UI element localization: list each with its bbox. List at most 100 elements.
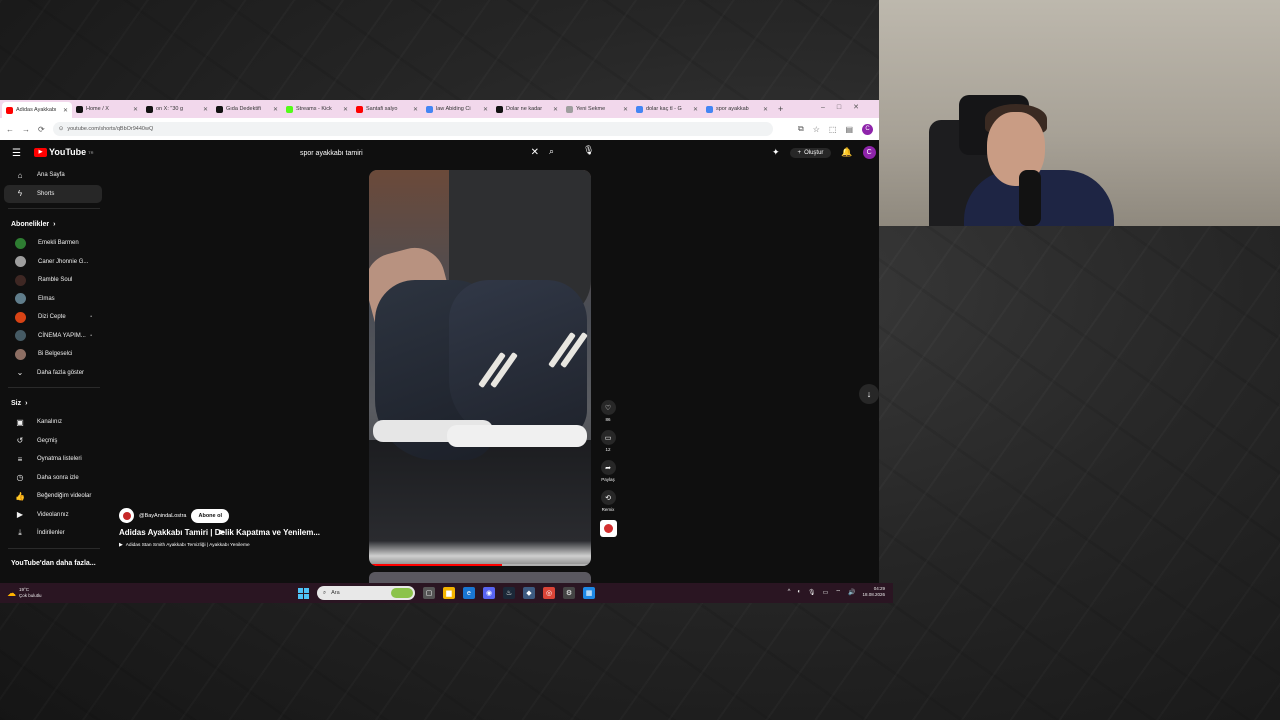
subscriptions-header[interactable]: Abonelikler ›: [0, 214, 108, 234]
like-icon[interactable]: ♡: [600, 400, 616, 415]
channel-avatar[interactable]: [119, 508, 134, 523]
browser-tab[interactable]: Yeni Sekme ✕: [562, 101, 632, 117]
you-section-header[interactable]: Siz ›: [0, 393, 108, 413]
weather-widget[interactable]: ☁ 19°C Çok bulutlu: [0, 587, 42, 599]
install-icon[interactable]: ⧉: [798, 124, 804, 134]
channel-handle[interactable]: @BayAnindaLostra: [139, 513, 186, 519]
tab-close-icon[interactable]: ✕: [553, 106, 558, 113]
sidebar-subscription-item[interactable]: Bi Belgeselci: [4, 345, 102, 364]
tab-close-icon[interactable]: ✕: [763, 106, 768, 113]
remix-icon[interactable]: ⟲: [600, 490, 616, 505]
sidebar-item-shorts[interactable]: ϟ Shorts: [4, 184, 102, 203]
back-icon[interactable]: ←: [6, 125, 14, 134]
sidebar-subscription-item[interactable]: Emekli Barmen: [4, 234, 102, 253]
forward-icon[interactable]: →: [22, 125, 30, 134]
next-short-preview[interactable]: [369, 572, 591, 583]
wifi-icon[interactable]: ⌔: [835, 588, 841, 596]
next-video-arrow-icon[interactable]: ↓: [859, 384, 879, 404]
sidebar-subscription-item[interactable]: CİNEMA YAPIM... •: [4, 327, 102, 346]
tab-close-icon[interactable]: ✕: [413, 106, 418, 113]
sidebar-subscription-item[interactable]: Elmas: [4, 290, 102, 309]
create-button[interactable]: + Oluştur: [789, 147, 832, 158]
browser-profile-avatar[interactable]: C: [862, 123, 873, 135]
tray-mic-icon[interactable]: 🎙: [808, 589, 816, 596]
sidebar-item-downloads[interactable]: ⤓ İndirilenler: [4, 524, 102, 543]
settings-gear-icon[interactable]: ⚙: [563, 587, 575, 599]
browser-tab[interactable]: Santafi salyo ✕: [352, 101, 422, 117]
sidebar-item-your-videos[interactable]: ▶ Videolarınız: [4, 506, 102, 525]
sidebar-item-history[interactable]: ↺ Geçmiş: [4, 432, 102, 451]
channel-avatar-icon: [15, 274, 26, 286]
tab-close-icon[interactable]: ✕: [273, 106, 278, 113]
browser-tab[interactable]: law Abiding Ci ✕: [422, 101, 492, 117]
tab-close-icon[interactable]: ✕: [343, 106, 348, 113]
new-tab-button[interactable]: +: [772, 104, 789, 114]
browser-tab[interactable]: spor ayakkab ✕: [702, 101, 772, 117]
sidebar-item-label: Shorts: [37, 190, 55, 197]
comment-icon[interactable]: ▭: [600, 430, 616, 445]
comment-count: 12: [605, 447, 611, 452]
sidebar-item-playlists[interactable]: ≡ Oynatma listeleri: [4, 450, 102, 469]
bookmark-star-icon[interactable]: ☆: [813, 125, 820, 134]
sidebar-item-watch-later[interactable]: ◷ Daha sonra izle: [4, 469, 102, 488]
calculator-icon[interactable]: ▦: [583, 587, 595, 599]
user-avatar[interactable]: C: [862, 146, 876, 159]
video-progress-bar[interactable]: [369, 564, 591, 566]
browser-tab[interactable]: Gıda Dedektifi ✕: [212, 101, 282, 117]
browser-tab[interactable]: Dolar ne kadar ✕: [492, 101, 562, 117]
ai-sparkle-icon[interactable]: ✦: [772, 147, 780, 158]
search-input[interactable]: spor ayakkabı tamiri ✕: [292, 144, 545, 162]
tab-close-icon[interactable]: ✕: [693, 106, 698, 113]
sidebar-subscription-item[interactable]: Caner Jhonnie G...: [4, 253, 102, 272]
volume-icon[interactable]: 🔊: [848, 589, 855, 596]
app-icon[interactable]: ◆: [523, 587, 535, 599]
tab-close-icon[interactable]: ✕: [203, 106, 208, 113]
youtube-logo[interactable]: ▶ YouTube TR: [34, 147, 94, 157]
sidebar-icon[interactable]: ▤: [845, 125, 853, 134]
tab-close-icon[interactable]: ✕: [483, 106, 488, 113]
tray-app-icon[interactable]: ◐: [797, 589, 801, 595]
sidebar-subscription-item[interactable]: Ramble Soul: [4, 271, 102, 290]
hamburger-menu-icon[interactable]: ☰: [12, 148, 21, 159]
sidebar-item-home[interactable]: ⌂ Ana Sayfa: [4, 166, 102, 185]
sidebar-item-channel[interactable]: ▣ Kanalınız: [4, 413, 102, 432]
steam-icon[interactable]: ♨: [503, 587, 515, 599]
related-playlist-link[interactable]: ▶ Adidas Stan Smith Ayakkabı Temizliği |…: [119, 543, 359, 548]
window-controls[interactable]: –□✕: [821, 103, 871, 111]
windows-taskbar: ☁ 19°C Çok bulutlu ⌕ Ara ▢ ▆ e ◉ ♨ ◆ ◎ ⚙…: [0, 583, 893, 603]
chrome-icon[interactable]: ◎: [543, 587, 555, 599]
browser-tab[interactable]: dolar kaç tl - G ✕: [632, 101, 702, 117]
tab-close-icon[interactable]: ✕: [623, 106, 628, 113]
subscribe-button[interactable]: Abone ol: [191, 508, 230, 523]
url-field[interactable]: ⊙ youtube.com/shorts/qBbOr9440wQ: [52, 122, 773, 136]
windows-start-icon[interactable]: [298, 587, 309, 599]
voice-search-icon[interactable]: 🎙: [583, 145, 594, 156]
browser-tab[interactable]: on X: "30 g ✕: [142, 101, 212, 117]
sidebar-item-liked[interactable]: 👍 Beğendiğim videolar: [4, 487, 102, 506]
show-more-button[interactable]: ⌄ Daha fazla göster: [4, 364, 102, 383]
shorts-video-player[interactable]: [369, 170, 591, 566]
short-title[interactable]: Adidas Ayakkabı Tamiri | Delik Kapatma v…: [119, 528, 359, 537]
edge-icon[interactable]: e: [463, 587, 475, 599]
discord-icon[interactable]: ◉: [483, 587, 495, 599]
site-info-icon[interactable]: ⊙: [59, 126, 64, 132]
browser-tab[interactable]: Adidas Ayakkabı ✕: [2, 102, 72, 118]
notifications-bell-icon[interactable]: 🔔: [841, 147, 852, 158]
tray-chevron-icon[interactable]: ^: [788, 589, 791, 595]
clear-search-icon[interactable]: ✕: [531, 147, 539, 158]
network-icon[interactable]: ▭: [823, 589, 829, 596]
channel-thumbnail[interactable]: [599, 520, 617, 537]
sidebar-subscription-item[interactable]: Dizi Cepte •: [4, 308, 102, 327]
search-icon[interactable]: ⌕: [549, 146, 554, 157]
share-icon[interactable]: ➦: [600, 460, 616, 475]
tab-close-icon[interactable]: ✕: [133, 106, 138, 113]
reload-icon[interactable]: ⟳: [38, 125, 45, 134]
tab-close-icon[interactable]: ✕: [63, 107, 68, 114]
task-view-icon[interactable]: ▢: [423, 587, 435, 599]
file-explorer-icon[interactable]: ▆: [443, 587, 455, 599]
browser-tab[interactable]: Streams - Kick ✕: [282, 101, 352, 117]
extensions-icon[interactable]: ⬚: [829, 125, 837, 134]
taskbar-search-input[interactable]: ⌕ Ara: [317, 586, 415, 600]
system-clock[interactable]: 04:29 18.08.2026: [862, 586, 885, 598]
browser-tab[interactable]: Home / X ✕: [72, 101, 142, 117]
